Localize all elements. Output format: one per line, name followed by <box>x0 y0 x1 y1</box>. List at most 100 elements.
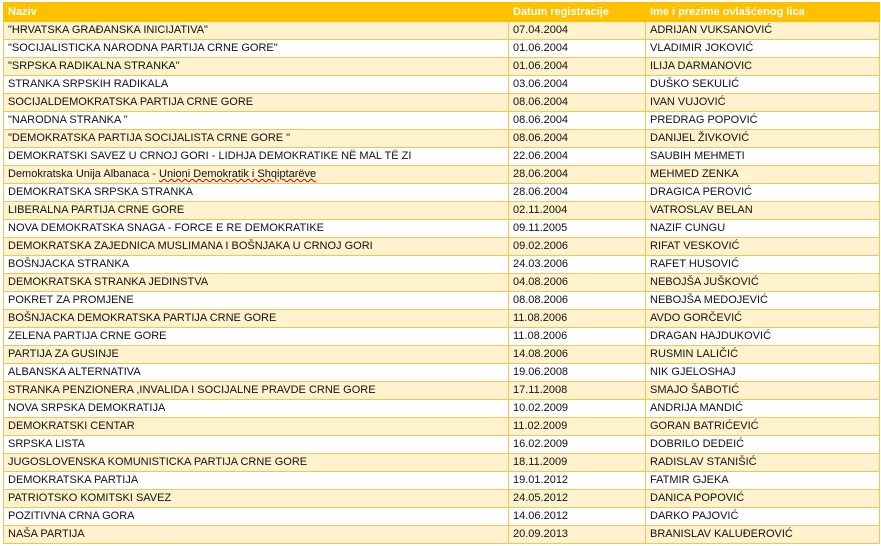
header-name: Naziv <box>3 2 509 22</box>
registration-date-cell: 11.08.2006 <box>508 327 646 346</box>
party-name: DEMOKRATSKA STRANKA JEDINSTVA <box>8 276 209 288</box>
table-row: NAŠA PARTIJA 20.09.2013 BRANISLAV KALUĐERO… <box>3 525 880 544</box>
authorized-person-cell: PREDRAG POPOVIĆ <box>645 111 880 130</box>
table-row: STRANKA PENZIONERA ,INVALIDA I SOCIJALNE… <box>3 381 880 400</box>
table-row: "DEMOKRATSKA PARTIJA SOCIJALISTA CRNE GO… <box>3 129 880 148</box>
party-name: STRANKA SRPSKIH RADIKALA <box>8 78 169 90</box>
table-row: "NARODNA STRANKA " 08.06.2004 PREDRAG POPO… <box>3 111 880 130</box>
table-row: DEMOKRATSKI SAVEZ U CRNOJ GORI - LIDHJA … <box>3 147 880 166</box>
authorized-person-cell: NAZIF CUNGU <box>645 219 880 238</box>
party-name: SOCIJALDEMOKRATSKA PARTIJA CRNE GORE <box>8 96 254 108</box>
party-name: "NARODNA STRANKA " <box>8 114 128 126</box>
registration-date-cell: 14.06.2012 <box>508 507 646 526</box>
party-name: ALBANSKA ALTERNATIVA <box>8 366 141 378</box>
party-name: BOŠNJACKA DEMOKRATSKA PARTIJA CRNE GORE <box>8 312 277 324</box>
table-row: POZITIVNA CRNA GORA 14.06.2012 DARKO PAJOV… <box>3 507 880 526</box>
party-name-cell: STRANKA PENZIONERA ,INVALIDA I SOCIJALNE… <box>3 381 509 400</box>
authorized-person-cell: DANICA POPOVIĆ <box>645 489 880 508</box>
authorized-person-cell: VATROSLAV BELAN <box>645 201 880 220</box>
table-row: Demokratska Unija Albanaca - Unioni Demo… <box>3 165 880 184</box>
party-name-cell: NAŠA PARTIJA <box>3 525 509 544</box>
registration-date-cell: 04.08.2006 <box>508 273 646 292</box>
party-name-cell: DEMOKRATSKI CENTAR <box>3 417 509 436</box>
party-name: DEMOKRATSKA ZAJEDNICA MUSLIMANA I BOŠNJA… <box>8 240 373 252</box>
table-row: DEMOKRATSKA SRPSKA STRANKA 28.06.2004 DRAG… <box>3 183 880 202</box>
authorized-person-cell: RAFET HUSOVIĆ <box>645 255 880 274</box>
party-name-cell: DEMOKRATSKA ZAJEDNICA MUSLIMANA I BOŠNJA… <box>3 237 509 256</box>
registration-date-cell: 03.06.2004 <box>508 75 646 94</box>
registration-date-cell: 14.08.2006 <box>508 345 646 364</box>
party-name-cell: NOVA SRPSKA DEMOKRATIJA <box>3 399 509 418</box>
registration-date-cell: 02.11.2004 <box>508 201 646 220</box>
table-row: ZELENA PARTIJA CRNE GORE 11.08.2006 DRAGAN… <box>3 327 880 346</box>
authorized-person-cell: ANDRIJA MANDIĆ <box>645 399 880 418</box>
authorized-person-cell: ADRIJAN VUKSANOVIĆ <box>645 21 880 40</box>
party-registry-table: Naziv Datum registracije Ime i prezime o… <box>3 2 880 544</box>
party-name-cell: ALBANSKA ALTERNATIVA <box>3 363 509 382</box>
authorized-person-cell: NIK GJELOSHAJ <box>645 363 880 382</box>
registration-date-cell: 09.11.2005 <box>508 219 646 238</box>
authorized-person-cell: NEBOJŠA JUŠKOVIĆ <box>645 273 880 292</box>
party-name: DEMOKRATSKA PARTIJA <box>8 474 139 486</box>
party-name: STRANKA PENZIONERA ,INVALIDA I SOCIJALNE… <box>8 384 376 396</box>
party-name: NOVA SRPSKA DEMOKRATIJA <box>8 402 166 414</box>
authorized-person-cell: DUŠKO SEKULIĆ <box>645 75 880 94</box>
party-name-cell: "HRVATSKA GRAĐANSKA INICIJATIVA" <box>3 21 509 40</box>
registration-date-cell: 07.04.2004 <box>508 21 646 40</box>
authorized-person-cell: GORAN BATRIĆEVIĆ <box>645 417 880 436</box>
party-name: Demokratska Unija Albanaca - <box>8 168 160 180</box>
party-name-cell: LIBERALNA PARTIJA CRNE GORE <box>3 201 509 220</box>
header-row: Naziv Datum registracije Ime i prezime o… <box>3 2 880 22</box>
table-row: DEMOKRATSKA STRANKA JEDINSTVA 04.08.2006 N… <box>3 273 880 292</box>
table-row: BOŠNJACKA DEMOKRATSKA PARTIJA CRNE GORE 1… <box>3 309 880 328</box>
registration-date-cell: 18.11.2009 <box>508 453 646 472</box>
authorized-person-cell: SMAJO ŠABOTIĆ <box>645 381 880 400</box>
table-row: "HRVATSKA GRAĐANSKA INICIJATIVA" 07.04.20… <box>3 21 880 40</box>
party-name-spellcheck-flagged: Unioni Demokratik i Shqiptarëve <box>159 168 317 180</box>
party-name: POZITIVNA CRNA GORA <box>8 510 135 522</box>
party-name: PATRIOTSKO KOMITSKI SAVEZ <box>8 492 172 504</box>
party-name: JUGOSLOVENSKA KOMUNISTICKA PARTIJA CRNE … <box>8 456 308 468</box>
table-row: PARTIJA ZA GUSINJE 14.08.2006 RUSMIN LALIČ… <box>3 345 880 364</box>
party-name-cell: DEMOKRATSKA PARTIJA <box>3 471 509 490</box>
authorized-person-cell: DARKO PAJOVIĆ <box>645 507 880 526</box>
party-name-cell: STRANKA SRPSKIH RADIKALA <box>3 75 509 94</box>
party-name-cell: "DEMOKRATSKA PARTIJA SOCIJALISTA CRNE GO… <box>3 129 509 148</box>
table-row: "SRPSKA RADIKALNA STRANKA" 01.06.2004 ILIJ… <box>3 57 880 76</box>
authorized-person-cell: FATMIR GJEKA <box>645 471 880 490</box>
party-name: NAŠA PARTIJA <box>8 528 85 540</box>
party-name-cell: BOŠNJACKA STRANKA <box>3 255 509 274</box>
registration-date-cell: 20.09.2013 <box>508 525 646 544</box>
party-name: "HRVATSKA GRAĐANSKA INICIJATIVA" <box>8 24 208 36</box>
party-name: "DEMOKRATSKA PARTIJA SOCIJALISTA CRNE GO… <box>8 132 291 144</box>
party-name-cell: POKRET ZA PROMJENE <box>3 291 509 310</box>
registration-date-cell: 24.05.2012 <box>508 489 646 508</box>
authorized-person-cell: DRAGICA PEROVIĆ <box>645 183 880 202</box>
registration-date-cell: 22.06.2004 <box>508 147 646 166</box>
registration-date-cell: 28.06.2004 <box>508 183 646 202</box>
party-name-cell: DEMOKRATSKA SRPSKA STRANKA <box>3 183 509 202</box>
party-name-cell: DEMOKRATSKA STRANKA JEDINSTVA <box>3 273 509 292</box>
registration-date-cell: 19.06.2008 <box>508 363 646 382</box>
table-row: SRPSKA LISTA 16.02.2009 DOBRILO DEDEIĆ <box>3 435 880 454</box>
party-name-cell: JUGOSLOVENSKA KOMUNISTICKA PARTIJA CRNE … <box>3 453 509 472</box>
party-name-cell: PATRIOTSKO KOMITSKI SAVEZ <box>3 489 509 508</box>
registration-date-cell: 16.02.2009 <box>508 435 646 454</box>
table-row: SOCIJALDEMOKRATSKA PARTIJA CRNE GORE 08.0… <box>3 93 880 112</box>
table-row: "SOCIJALISTICKA NARODNA PARTIJA CRNE GOR… <box>3 39 880 58</box>
table-row: DEMOKRATSKI CENTAR 11.02.2009 GORAN BATRIĆ… <box>3 417 880 436</box>
authorized-person-cell: AVDO GORČEVIĆ <box>645 309 880 328</box>
party-name-cell: BOŠNJACKA DEMOKRATSKA PARTIJA CRNE GORE <box>3 309 509 328</box>
registration-date-cell: 08.06.2004 <box>508 129 646 148</box>
party-name-cell: "SOCIJALISTICKA NARODNA PARTIJA CRNE GOR… <box>3 39 509 58</box>
table-row: JUGOSLOVENSKA KOMUNISTICKA PARTIJA CRNE … <box>3 453 880 472</box>
authorized-person-cell: RADISLAV STANIŠIĆ <box>645 453 880 472</box>
party-name: BOŠNJACKA STRANKA <box>8 258 130 270</box>
registration-date-cell: 08.08.2006 <box>508 291 646 310</box>
authorized-person-cell: RIFAT VESKOVIĆ <box>645 237 880 256</box>
party-name: POKRET ZA PROMJENE <box>8 294 134 306</box>
party-name-cell: NOVA DEMOKRATSKA SNAGA - FORCE E RE DEMO… <box>3 219 509 238</box>
authorized-person-cell: NEBOJŠA MEDOJEVIĆ <box>645 291 880 310</box>
party-name: ZELENA PARTIJA CRNE GORE <box>8 330 167 342</box>
party-name-cell: SOCIJALDEMOKRATSKA PARTIJA CRNE GORE <box>3 93 509 112</box>
